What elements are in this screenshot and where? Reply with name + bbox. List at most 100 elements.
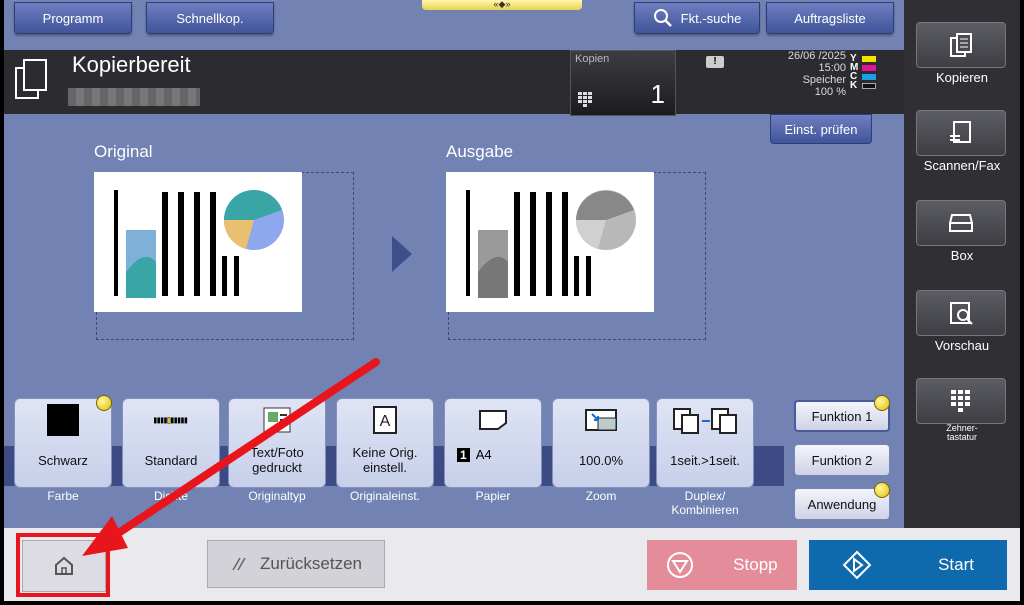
status-info-bar (68, 88, 200, 106)
check-settings-button[interactable]: Einst. prüfen (770, 114, 872, 144)
copies-counter[interactable]: Kopien 1 (570, 50, 676, 116)
scan-fax-label: Scannen/Fax (923, 158, 1001, 173)
reset-icon (232, 557, 246, 571)
copies-label: Kopien (575, 53, 610, 65)
search-icon (653, 9, 672, 27)
paper-tray: 1 A4 (457, 447, 492, 462)
color-button[interactable]: Schwarz (14, 398, 112, 488)
scan-fax-icon (950, 121, 971, 143)
toner-row-k: K (850, 80, 890, 91)
datetime-memory: 26/06 /2025 15:00 Speicher 100 % (764, 50, 846, 98)
output-graphic-icon (466, 190, 636, 298)
highlight-box (16, 533, 110, 597)
stop-label: Stopp (733, 555, 778, 574)
indicator-dot (874, 395, 890, 411)
memory-label: Speicher (802, 74, 846, 86)
function-2-label: Funktion 2 (811, 452, 873, 468)
status-bar: Kopierbereit Kopien 1 ! 26/06 /2025 15:0… (4, 50, 904, 116)
function-2-button[interactable]: Funktion 2 (794, 444, 890, 476)
job-list-label: Auftragsliste (794, 10, 866, 26)
time-text: 15:00 (818, 62, 846, 74)
scan-fax-button[interactable] (916, 110, 1006, 156)
original-settings-button[interactable]: A Keine Orig. einstell. (336, 398, 434, 488)
start-button[interactable]: Start (809, 540, 1007, 590)
date-text: 26/06 /2025 (787, 50, 846, 62)
box-button[interactable] (916, 200, 1006, 246)
function-1-label: Funktion 1 (811, 408, 873, 424)
zoom-icon (584, 405, 618, 435)
toner-bar (862, 55, 876, 62)
preview-label: Vorschau (934, 338, 990, 353)
status-title: Kopierbereit (72, 52, 191, 77)
stop-button[interactable]: Stopp (647, 540, 797, 590)
output-title: Ausgabe (446, 142, 514, 161)
main-area: Programm Schnellkop. «◆» Fkt.-suche Auft… (4, 0, 904, 528)
paper-value: A4 (475, 447, 492, 462)
zoom-label: Zoom (585, 489, 617, 503)
original-type-label: Originaltyp (248, 489, 306, 503)
application-label: Anwendung (807, 496, 877, 512)
duplex-button[interactable]: 1seit.>1seit. (656, 398, 754, 488)
zoom-button[interactable]: 100.0% (552, 398, 650, 488)
stop-icon (667, 552, 694, 578)
copy-icon (950, 33, 972, 57)
keypad-icon (951, 390, 970, 412)
check-settings-label: Einst. prüfen (784, 121, 858, 137)
original-settings-value: Keine Orig. einstell. (352, 445, 418, 475)
original-settings-label: Originaleinst. (349, 489, 421, 503)
original-type-value: Text/Foto gedruckt (250, 445, 304, 475)
function-search-label: Fkt.-suche (680, 10, 742, 26)
quick-copy-button[interactable]: Schnellkop. (146, 2, 274, 34)
density-scale-icon (154, 405, 188, 435)
copies-value: 1 (650, 79, 665, 109)
color-value: Schwarz (38, 453, 88, 468)
handle-glyph: «◆» (493, 0, 511, 9)
svg-text:A: A (380, 413, 391, 430)
job-list-button[interactable]: Auftragsliste (766, 2, 894, 34)
indicator-dot (96, 395, 112, 411)
original-type-button[interactable]: Text/Foto gedruckt (228, 398, 326, 488)
box-icon (949, 214, 973, 232)
reset-button[interactable]: Zurücksetzen (207, 540, 385, 588)
quick-copy-label: Schnellkop. (176, 10, 244, 26)
start-icon (842, 550, 872, 580)
toner-bar (862, 82, 876, 89)
paper-icon (476, 405, 510, 435)
memory-value: 100 % (814, 86, 846, 98)
copy-mode-button[interactable] (916, 22, 1006, 68)
panel-handle[interactable]: «◆» (422, 0, 582, 10)
toner-bar (862, 73, 876, 80)
keypad-small-icon (578, 92, 592, 107)
paper-button[interactable]: 1 A4 (444, 398, 542, 488)
color-label: Farbe (47, 489, 79, 503)
keypad-button[interactable] (916, 378, 1006, 424)
zoom-value: 100.0% (578, 453, 624, 468)
warning-icon[interactable]: ! (706, 56, 724, 68)
preview-button[interactable] (916, 290, 1006, 336)
program-button[interactable]: Programm (14, 2, 132, 34)
toner-levels: Y M C K (850, 54, 890, 91)
tray-number: 1 (457, 447, 470, 462)
preview-icon (950, 302, 973, 325)
keypad-label: Zehner- tastatur (946, 423, 978, 442)
original-preview (94, 172, 302, 312)
toner-letter: K (850, 80, 858, 91)
density-value: Standard (144, 453, 198, 468)
program-label: Programm (42, 10, 104, 26)
density-button[interactable]: Standard (122, 398, 220, 488)
copy-mode-label: Kopieren (935, 70, 989, 85)
indicator-dot (874, 482, 890, 498)
toner-bar (862, 64, 876, 71)
reset-label: Zurücksetzen (259, 554, 363, 573)
density-label: Dichte (153, 489, 188, 503)
original-title: Original (94, 142, 153, 161)
function-search-button[interactable]: Fkt.-suche (634, 2, 760, 34)
duplex-value: 1seit.>1seit. (670, 453, 740, 468)
black-square-icon (46, 404, 80, 436)
box-label: Box (950, 248, 974, 263)
paper-label: Papier (475, 489, 511, 503)
document-a-icon: A (368, 405, 402, 435)
start-label: Start (938, 555, 974, 574)
text-photo-icon (260, 405, 294, 435)
original-graphic-icon (114, 190, 284, 298)
